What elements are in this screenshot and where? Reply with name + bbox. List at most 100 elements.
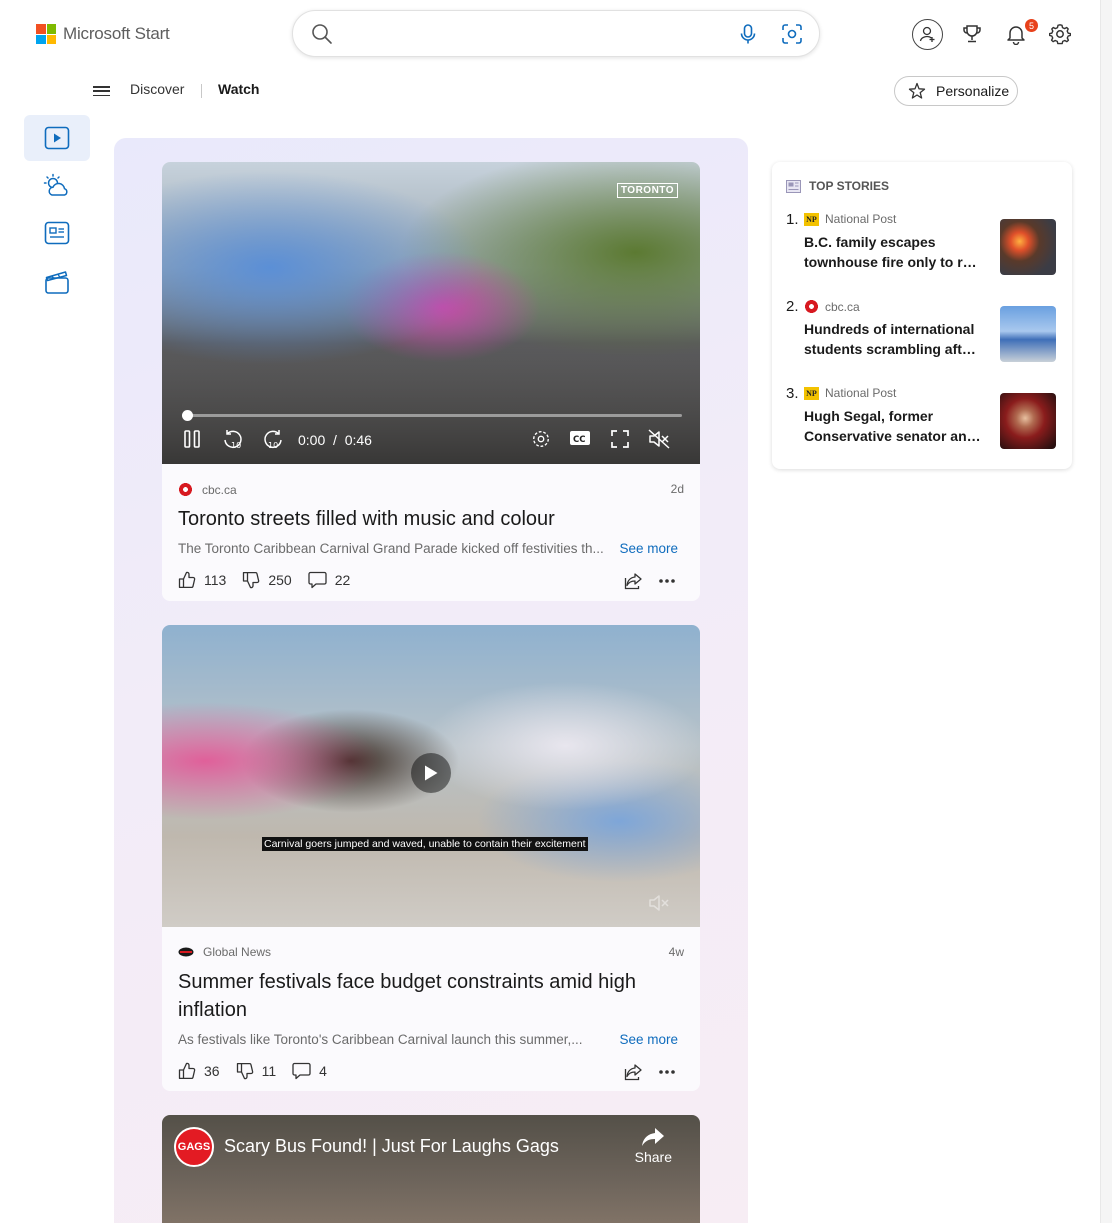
comment-button[interactable]: 4: [292, 1062, 327, 1080]
nav-discover[interactable]: Discover: [130, 81, 184, 97]
microsoft-start-logo[interactable]: Microsoft Start: [36, 24, 170, 44]
top-story-item[interactable]: 2. cbc.ca Hundreds of international stud…: [786, 298, 1062, 374]
card-source-name: Global News: [203, 945, 272, 959]
thumbs-up-icon: [178, 1062, 196, 1080]
video-current-time: 0:00: [298, 432, 326, 448]
video-player[interactable]: TORONTO 10 10 0:00 / 0:46 CC: [162, 162, 700, 464]
youtube-embed[interactable]: GAGS Scary Bus Found! | Just For Laughs …: [162, 1115, 700, 1223]
like-count: 113: [204, 572, 227, 588]
newspaper-icon: [786, 179, 801, 193]
gear-icon[interactable]: [1044, 18, 1076, 50]
card-source[interactable]: Global News: [178, 945, 271, 959]
card-source-name: cbc.ca: [202, 482, 237, 497]
like-button[interactable]: 113: [178, 571, 226, 589]
cbc-logo-icon: [178, 482, 193, 497]
settings-gear-icon[interactable]: [531, 429, 551, 449]
forward-10-icon[interactable]: 10: [262, 429, 284, 451]
comment-icon: [292, 1062, 311, 1080]
top-stories-header: TOP STORIES: [786, 179, 889, 193]
video-progress-handle[interactable]: [182, 410, 193, 421]
story-thumbnail[interactable]: [1000, 219, 1056, 275]
video-card[interactable]: GAGS Scary Bus Found! | Just For Laughs …: [162, 1115, 700, 1223]
story-source: cbc.ca: [804, 299, 860, 314]
card-source[interactable]: cbc.ca: [178, 482, 237, 497]
svg-text:10: 10: [231, 441, 241, 450]
pause-icon[interactable]: [182, 429, 202, 449]
brand-name: Microsoft Start: [63, 24, 170, 43]
comment-count: 4: [319, 1063, 327, 1079]
movie-icon: [45, 271, 69, 294]
microsoft-logo-icon: [36, 24, 56, 44]
story-thumbnail[interactable]: [1000, 393, 1056, 449]
search-input[interactable]: [345, 21, 705, 47]
card-title[interactable]: Summer festivals face budget constraints…: [178, 968, 684, 1024]
video-card[interactable]: TORONTO 10 10 0:00 / 0:46 CC cbc.ca 2d T…: [162, 162, 700, 601]
story-title[interactable]: B.C. family escapes townhouse fire only …: [804, 232, 982, 272]
top-stories-panel: TOP STORIES 1. NP National Post B.C. fam…: [772, 162, 1072, 469]
global-news-logo-icon: [178, 947, 194, 957]
rail-video[interactable]: [24, 115, 90, 161]
dislike-button[interactable]: 250: [242, 571, 292, 589]
youtube-video-title[interactable]: Scary Bus Found! | Just For Laughs Gags: [224, 1136, 559, 1157]
video-total-time: 0:46: [344, 432, 372, 448]
like-button[interactable]: 36: [178, 1062, 220, 1080]
channel-watermark: TORONTO: [616, 183, 678, 198]
news-icon: [44, 221, 70, 245]
page-scrollbar[interactable]: [1100, 0, 1112, 1223]
youtube-share-button[interactable]: Share: [635, 1127, 672, 1165]
video-progress-bar[interactable]: [182, 414, 682, 417]
rewards-icon[interactable]: [956, 18, 988, 50]
rail-weather[interactable]: [24, 163, 90, 209]
search-box[interactable]: [292, 10, 820, 57]
fullscreen-icon[interactable]: [610, 429, 630, 449]
top-story-item[interactable]: 3. NP National Post Hugh Segal, former C…: [786, 385, 1062, 461]
muted-speaker-icon[interactable]: [648, 893, 670, 913]
card-actions: 36 11 4: [178, 1062, 343, 1080]
card-age: 2d: [670, 482, 684, 496]
comment-icon: [308, 571, 327, 589]
weather-icon: [43, 173, 68, 196]
menu-icon[interactable]: [93, 84, 110, 98]
search-icon[interactable]: [311, 23, 333, 50]
top-story-item[interactable]: 1. NP National Post B.C. family escapes …: [786, 211, 1062, 287]
story-source-name: National Post: [825, 212, 897, 226]
story-source-name: cbc.ca: [825, 299, 860, 314]
thumbs-down-icon: [243, 571, 260, 589]
more-options-icon[interactable]: [658, 1069, 676, 1075]
story-thumbnail[interactable]: [1000, 306, 1056, 362]
nav-watch[interactable]: Watch: [218, 81, 259, 97]
microphone-icon[interactable]: [737, 23, 759, 50]
more-options-icon[interactable]: [658, 578, 676, 584]
share-icon[interactable]: [624, 1063, 642, 1081]
video-card[interactable]: Carnival goers jumped and waved, unable …: [162, 625, 700, 1091]
sparkle-star-icon: [908, 82, 926, 99]
see-more-link[interactable]: See more: [619, 541, 678, 556]
closed-captions-icon[interactable]: CC: [569, 429, 591, 447]
visual-search-icon[interactable]: [781, 23, 803, 50]
video-caption: Carnival goers jumped and waved, unable …: [262, 837, 588, 851]
account-icon[interactable]: [911, 18, 943, 50]
dislike-button[interactable]: 11: [236, 1062, 276, 1080]
rail-news[interactable]: [24, 210, 90, 256]
share-icon[interactable]: [624, 572, 642, 590]
cbc-logo-icon: [804, 299, 819, 314]
personalize-button[interactable]: Personalize: [894, 76, 1018, 106]
channel-logo[interactable]: GAGS: [174, 1127, 214, 1167]
notification-count-badge: 5: [1024, 18, 1039, 33]
see-more-link[interactable]: See more: [619, 1032, 678, 1047]
card-description: The Toronto Caribbean Carnival Grand Par…: [178, 541, 604, 556]
card-description: As festivals like Toronto's Caribbean Ca…: [178, 1032, 583, 1047]
card-title[interactable]: Toronto streets filled with music and co…: [178, 505, 684, 533]
story-title[interactable]: Hugh Segal, former Conservative senator …: [804, 406, 982, 446]
thumbs-up-icon: [178, 571, 196, 589]
video-thumbnail[interactable]: Carnival goers jumped and waved, unable …: [162, 625, 700, 927]
play-icon[interactable]: [411, 753, 451, 793]
story-title[interactable]: Hundreds of international students scram…: [804, 319, 982, 359]
rail-movies[interactable]: [24, 259, 90, 305]
comment-button[interactable]: 22: [308, 571, 350, 589]
national-post-logo-icon: NP: [804, 386, 819, 400]
svg-text:CC: CC: [573, 435, 585, 445]
rewind-10-icon[interactable]: 10: [222, 429, 244, 451]
muted-speaker-icon[interactable]: [648, 429, 670, 449]
top-stories-heading: TOP STORIES: [809, 179, 890, 193]
